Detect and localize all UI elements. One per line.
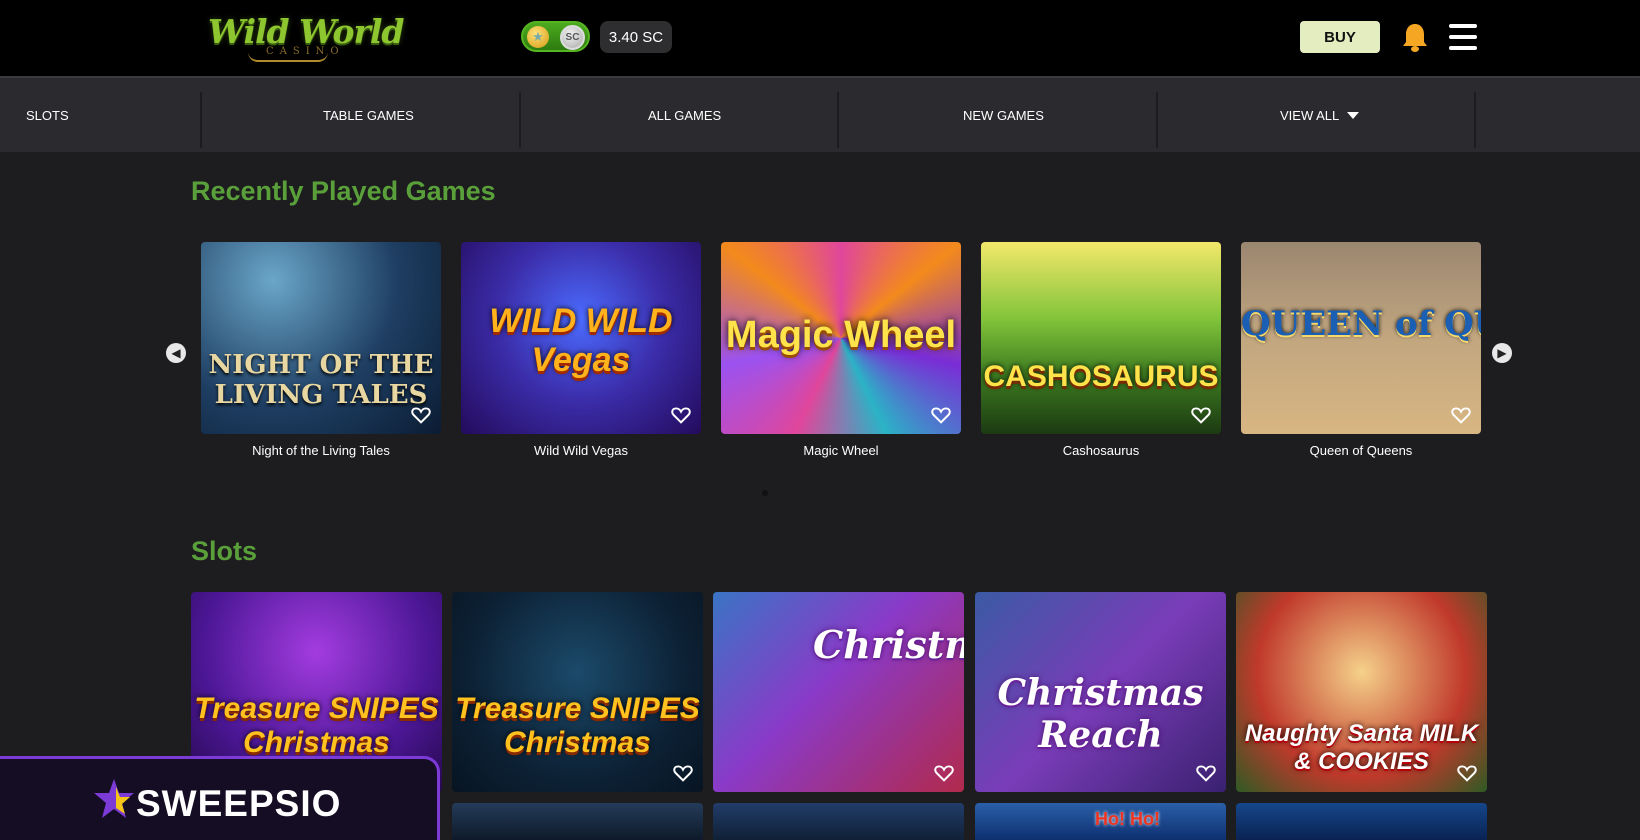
game-card-christmas-reach-2[interactable]: Christmas Reach (975, 592, 1226, 792)
sweepsio-text: SWEEPSIO (136, 783, 342, 824)
logo-subtext: CASINO (266, 46, 345, 57)
hamburger-menu-icon[interactable] (1449, 24, 1477, 50)
nav-item-view-all-label: VIEW ALL (1280, 107, 1340, 123)
game-art-title: Treasure SNIPES Christmas (455, 692, 700, 759)
game-art-title: Christmas Reach (997, 672, 1204, 756)
game-label[interactable]: Night of the Living Tales (201, 443, 441, 458)
heart-icon[interactable] (1451, 406, 1471, 424)
nav-divider (1156, 92, 1158, 148)
game-card-partial[interactable] (1236, 803, 1487, 840)
heart-icon[interactable] (1191, 406, 1211, 424)
game-card-queen-of-queens[interactable]: QUEEN of QUEENS (1241, 242, 1481, 434)
game-art-title: NIGHT OF THE LIVING TALES (208, 350, 434, 410)
game-card-magic-wheel[interactable]: Magic Wheel (721, 242, 961, 434)
buy-button[interactable]: BUY (1300, 21, 1380, 53)
gold-coin-icon: ★ (527, 26, 549, 48)
heart-icon[interactable] (411, 406, 431, 424)
bell-icon[interactable] (1401, 22, 1429, 54)
nav-divider (1474, 92, 1476, 148)
game-label[interactable]: Wild Wild Vegas (461, 443, 701, 458)
nav-divider (837, 92, 839, 148)
game-card-wild-wild-vegas[interactable]: WILD WILD Vegas (461, 242, 701, 434)
game-card-treasure-snipes-christmas-2[interactable]: Treasure SNIPES Christmas (452, 592, 703, 792)
game-art-title: CASHOSAURUS (983, 360, 1219, 393)
arrow-left-icon[interactable]: ◀ (166, 343, 186, 363)
game-card-christmas-reach[interactable]: Christmas Reach (713, 592, 964, 792)
game-card-cashosaurus[interactable]: CASHOSAURUS (981, 242, 1221, 434)
sc-coin-icon: SC (560, 25, 585, 50)
nav-divider (200, 92, 202, 148)
nav-item-table-games[interactable]: TABLE GAMES (323, 92, 414, 138)
nav-item-all-games[interactable]: ALL GAMES (648, 92, 721, 138)
game-label[interactable]: Cashosaurus (981, 443, 1221, 458)
heart-icon[interactable] (673, 764, 693, 782)
chevron-down-icon (1347, 111, 1360, 119)
game-art-title: Ho! Ho! (1095, 809, 1160, 829)
category-nav: SLOTS TABLE GAMES ALL GAMES NEW GAMES VI… (0, 76, 1640, 152)
game-card-naughty-santa[interactable]: Naughty Santa MILK & COOKIES (1236, 592, 1487, 792)
game-card-partial[interactable] (713, 803, 964, 840)
game-art-title: Christmas Reach (813, 622, 964, 667)
heart-icon[interactable] (1196, 764, 1216, 782)
heart-icon[interactable] (1457, 764, 1477, 782)
game-art-title: Naughty Santa MILK & COOKIES (1244, 720, 1479, 775)
top-header: Wild World CASINO ★ SC 3.40 SC BUY (0, 0, 1640, 76)
slots-title: Slots (191, 536, 258, 566)
sweepsio-star-icon (94, 779, 134, 818)
game-art-title: Treasure SNIPES Christmas (194, 692, 439, 759)
game-art-title: QUEEN of QUEENS (1241, 304, 1481, 344)
nav-item-slots[interactable]: SLOTS (26, 92, 69, 138)
game-card-partial[interactable]: Ho! Ho! (975, 803, 1226, 840)
game-card-night-of-the-living-tales[interactable]: NIGHT OF THE LIVING TALES (201, 242, 441, 434)
recently-played-title: Recently Played Games (191, 176, 496, 206)
site-logo[interactable]: Wild World CASINO (208, 12, 404, 62)
game-art-title: WILD WILD Vegas (489, 302, 673, 379)
nav-item-new-games[interactable]: NEW GAMES (963, 92, 1044, 138)
game-art-title: Magic Wheel (725, 314, 957, 356)
sweepsio-badge[interactable]: SWEEPSIO (0, 756, 440, 840)
balance-display: 3.40 SC (600, 21, 672, 53)
nav-item-view-all[interactable]: VIEW ALL (1280, 92, 1360, 138)
game-label[interactable]: Queen of Queens (1241, 443, 1481, 458)
heart-icon[interactable] (934, 764, 954, 782)
currency-toggle[interactable]: ★ SC (521, 21, 590, 52)
heart-icon[interactable] (671, 406, 691, 424)
heart-icon[interactable] (931, 406, 951, 424)
nav-divider (519, 92, 521, 148)
game-card-partial[interactable] (452, 803, 703, 840)
carousel-pagination-dot[interactable] (762, 490, 768, 496)
game-label[interactable]: Magic Wheel (721, 443, 961, 458)
arrow-right-icon[interactable]: ▶ (1492, 343, 1512, 363)
